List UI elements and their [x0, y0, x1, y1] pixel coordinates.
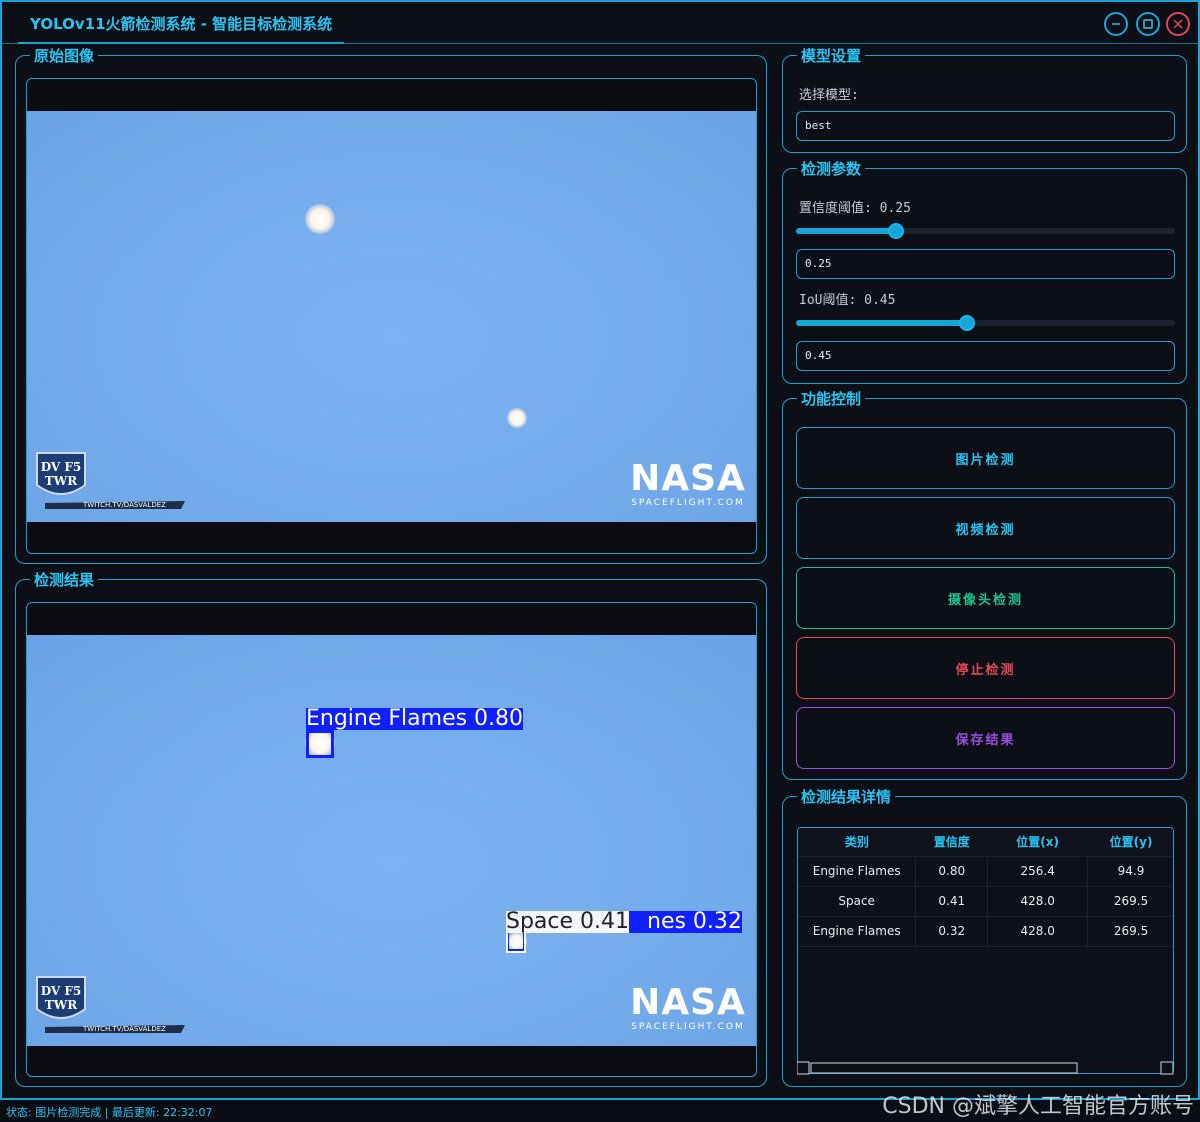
svg-text:DV F5: DV F5 — [41, 984, 82, 998]
table-row[interactable]: Space 0.41 428.0 269.5 — [798, 886, 1173, 917]
svg-text:TWR: TWR — [45, 474, 78, 488]
maximize-button[interactable] — [1136, 12, 1160, 36]
maximize-icon — [1143, 19, 1153, 29]
model-select[interactable]: best — [796, 111, 1175, 141]
original-image-frame: DV F5 TWR TWITCH.TV/DASVALDEZ NASA SPACE… — [26, 78, 757, 554]
stop-detect-button[interactable]: 停止检测 — [796, 637, 1175, 699]
close-icon — [1173, 19, 1183, 29]
cell-y: 269.5 — [1087, 916, 1173, 947]
minimize-icon — [1112, 23, 1120, 25]
video-detect-button[interactable]: 视频检测 — [796, 497, 1175, 559]
detection-details-title: 检测结果详情 — [797, 787, 896, 807]
svg-text:TWR: TWR — [45, 998, 78, 1012]
cell-class: Engine Flames — [798, 916, 917, 947]
nasa-wordmark: NASA — [630, 458, 746, 499]
table-horizontal-scrollbar[interactable] — [797, 1061, 1174, 1075]
iou-input[interactable]: 0.45 — [796, 341, 1175, 371]
table-header-row: 类别 置信度 位置(x) 位置(y) — [798, 828, 1173, 857]
rocket-flame-2 — [507, 408, 527, 428]
result-image-frame: Engine Flames 0.80 nes 0.32 Space 0.41 D… — [26, 602, 757, 1077]
table-row[interactable]: Engine Flames 0.80 256.4 94.9 — [798, 856, 1173, 887]
cell-x: 428.0 — [987, 886, 1089, 917]
cell-class: Space — [798, 886, 917, 917]
cell-confidence: 0.32 — [915, 916, 989, 947]
csdn-watermark: CSDN @斌擎人工智能官方账号 — [882, 1094, 1194, 1119]
confidence-input[interactable]: 0.25 — [796, 249, 1175, 279]
result-image: Engine Flames 0.80 nes 0.32 Space 0.41 D… — [27, 635, 756, 1046]
detection-box-engine-flames-1 — [306, 730, 334, 758]
dv-f5-twr-logo: DV F5 TWR TWITCH.TV/DASVALDEZ — [36, 452, 185, 509]
table-row[interactable]: Engine Flames 0.32 428.0 269.5 — [798, 916, 1173, 947]
model-settings-title: 模型设置 — [797, 46, 866, 66]
detection-params-title: 检测参数 — [797, 159, 866, 179]
svg-text:TWITCH.TV/DASVALDEZ: TWITCH.TV/DASVALDEZ — [82, 1025, 166, 1033]
original-image: DV F5 TWR TWITCH.TV/DASVALDEZ NASA SPACE… — [27, 111, 756, 522]
iou-slider-handle[interactable] — [959, 315, 975, 331]
confidence-label: 置信度阈值: 0.25 — [799, 201, 911, 216]
cell-confidence: 0.41 — [915, 886, 989, 917]
detection-label-engine-flames-2: nes 0.32 — [617, 911, 742, 933]
confidence-slider[interactable] — [796, 223, 1175, 239]
iou-slider[interactable] — [796, 315, 1175, 331]
detection-label-space: Space 0.41 — [506, 909, 630, 934]
nasa-subtitle: SPACEFLIGHT.COM — [631, 498, 745, 508]
confidence-slider-fill — [796, 228, 896, 234]
dv-f5-twr-logo: DV F5 TWR TWITCH.TV/DASVALDEZ — [36, 976, 185, 1033]
cell-class: Engine Flames — [798, 856, 917, 887]
cell-y: 269.5 — [1087, 886, 1173, 917]
iou-label: IoU阈值: 0.45 — [799, 293, 896, 308]
detection-details-table: 类别 置信度 位置(x) 位置(y) Engine Flames 0.80 25… — [797, 827, 1174, 1074]
confidence-slider-handle[interactable] — [888, 223, 904, 239]
image-detect-button[interactable]: 图片检测 — [796, 427, 1175, 489]
cell-x: 428.0 — [987, 916, 1089, 947]
app-window: YOLOv11火箭检测系统 - 智能目标检测系统 原始图像 DV F5 TWR … — [0, 0, 1200, 1100]
camera-detect-button[interactable]: 摄像头检测 — [796, 567, 1175, 629]
title-bar: YOLOv11火箭检测系统 - 智能目标检测系统 — [2, 2, 1198, 44]
cell-x: 256.4 — [987, 856, 1089, 887]
column-header-confidence[interactable]: 置信度 — [915, 828, 988, 857]
original-image-title: 原始图像 — [30, 46, 99, 66]
nasa-subtitle: SPACEFLIGHT.COM — [631, 1022, 745, 1032]
cell-confidence: 0.80 — [915, 856, 989, 887]
window-title: YOLOv11火箭检测系统 - 智能目标检测系统 — [18, 6, 345, 44]
detection-box-space — [506, 931, 526, 953]
minimize-button[interactable] — [1104, 12, 1128, 36]
rocket-flame-1 — [305, 204, 335, 234]
status-text: 状态: 图片检测完成 | 最后更新: 22:32:07 — [6, 1106, 213, 1119]
nasa-logo: NASA SPACEFLIGHT.COM — [626, 461, 750, 509]
nasa-wordmark: NASA — [630, 982, 746, 1023]
result-image-title: 检测结果 — [30, 570, 99, 590]
save-result-button[interactable]: 保存结果 — [796, 707, 1175, 769]
iou-slider-fill — [796, 320, 967, 326]
svg-text:TWITCH.TV/DASVALDEZ: TWITCH.TV/DASVALDEZ — [82, 501, 166, 509]
column-header-y[interactable]: 位置(y) — [1087, 828, 1173, 857]
detection-label-engine-flames-1: Engine Flames 0.80 — [306, 706, 524, 731]
column-header-class[interactable]: 类别 — [798, 828, 916, 857]
nasa-logo: NASA SPACEFLIGHT.COM — [626, 985, 750, 1033]
function-controls-title: 功能控制 — [797, 389, 866, 409]
close-button[interactable] — [1166, 12, 1190, 36]
model-select-label: 选择模型: — [799, 88, 859, 103]
column-header-x[interactable]: 位置(x) — [987, 828, 1088, 857]
svg-text:DV F5: DV F5 — [41, 460, 82, 474]
cell-y: 94.9 — [1087, 856, 1173, 887]
